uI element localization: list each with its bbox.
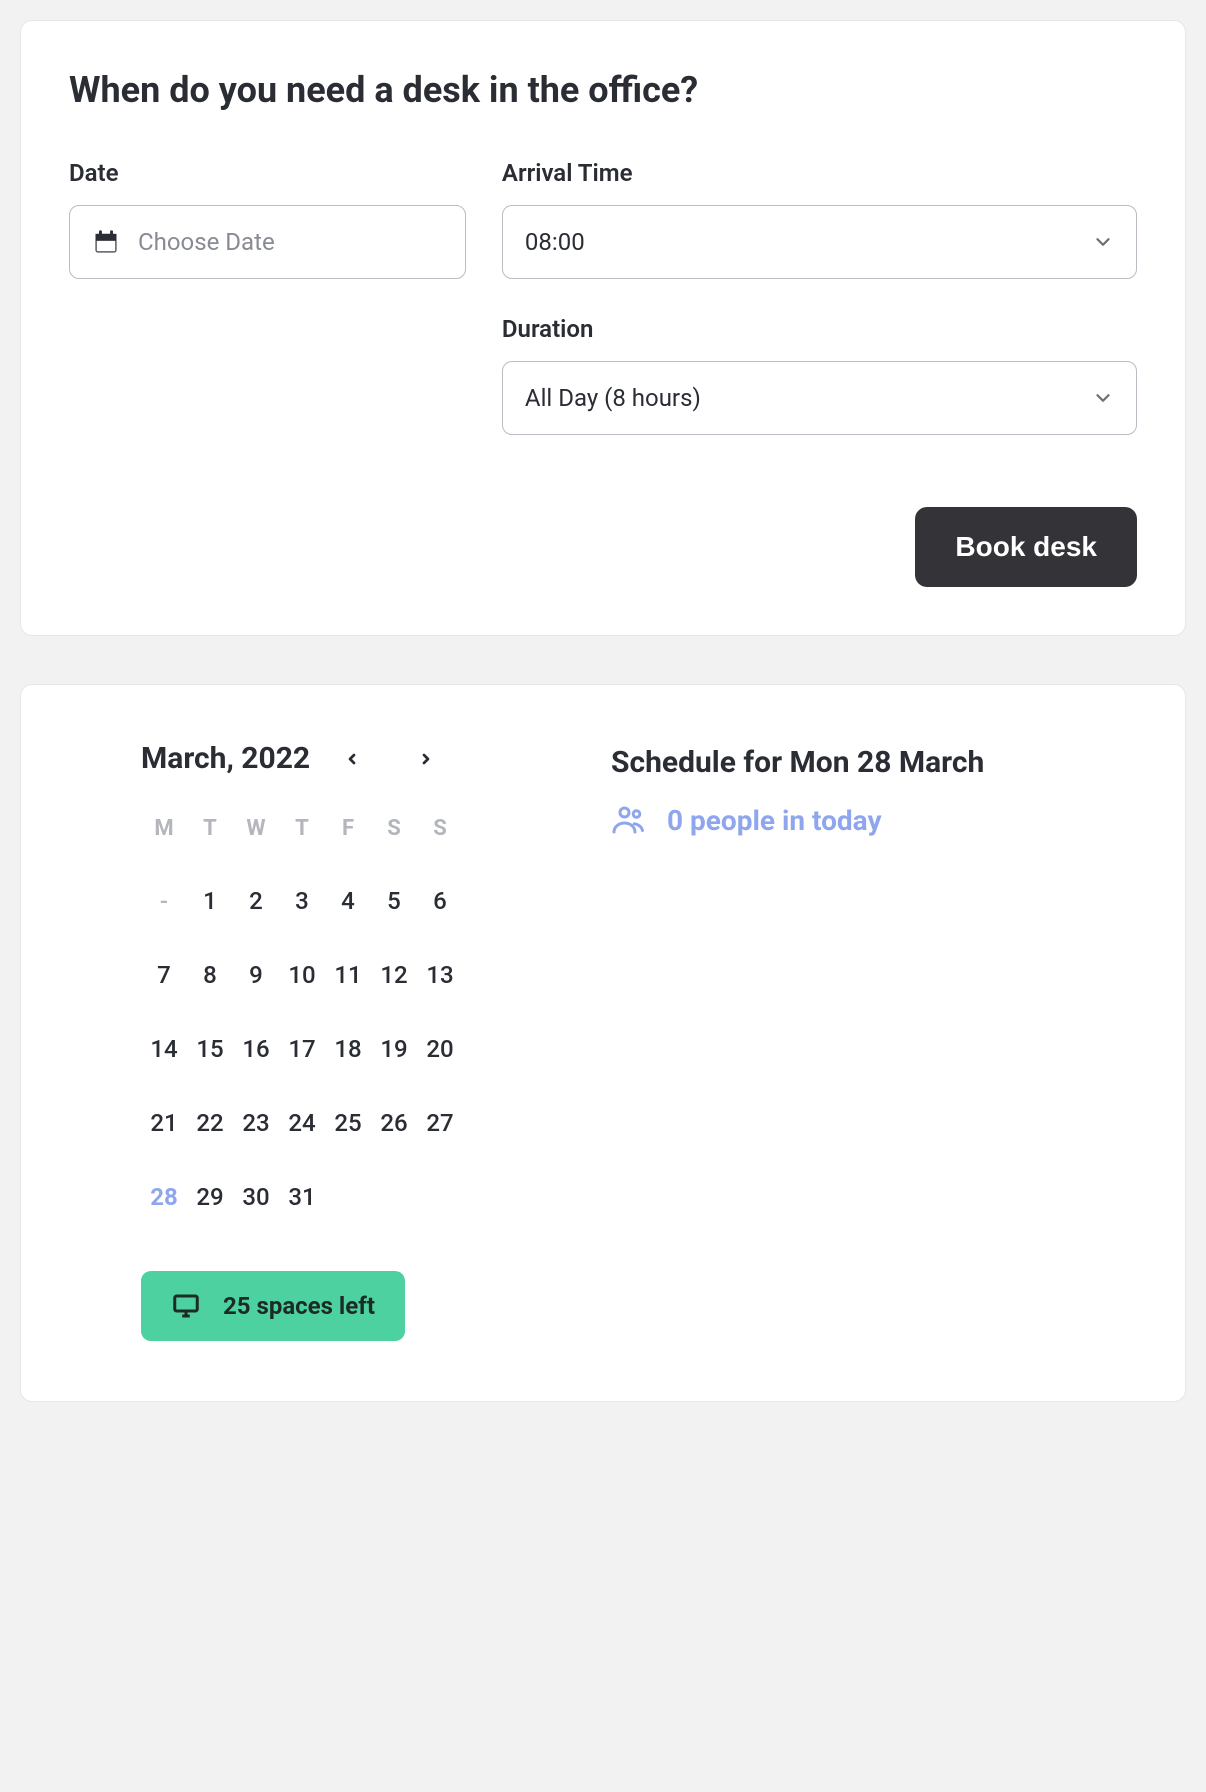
calendar-day[interactable]: 19: [371, 1035, 417, 1063]
schedule-column: Schedule for Mon 28 March 0 people in to…: [611, 741, 1135, 1341]
calendar-day: [417, 1183, 463, 1211]
calendar-dow: M: [141, 816, 187, 841]
calendar-day[interactable]: 11: [325, 961, 371, 989]
calendar-day[interactable]: 20: [417, 1035, 463, 1063]
calendar-day[interactable]: 10: [279, 961, 325, 989]
calendar-day: [325, 1183, 371, 1211]
calendar-day[interactable]: 7: [141, 961, 187, 989]
calendar-title: March, 2022: [141, 741, 310, 776]
calendar-day[interactable]: 18: [325, 1035, 371, 1063]
date-input[interactable]: Choose Date: [69, 205, 466, 279]
calendar-day[interactable]: 5: [371, 887, 417, 915]
calendar-day[interactable]: 6: [417, 887, 463, 915]
calendar-day[interactable]: 29: [187, 1183, 233, 1211]
duration-value: All Day (8 hours): [525, 384, 701, 412]
chevron-down-icon: [1092, 231, 1114, 253]
date-label: Date: [69, 159, 466, 187]
calendar-day[interactable]: 13: [417, 961, 463, 989]
calendar-day[interactable]: 1: [187, 887, 233, 915]
spaces-left-badge: 25 spaces left: [141, 1271, 405, 1341]
calendar-dow: S: [417, 816, 463, 841]
arrival-value: 08:00: [525, 228, 585, 256]
calendar-day[interactable]: 15: [187, 1035, 233, 1063]
calendar-day[interactable]: 25: [325, 1109, 371, 1137]
arrival-label: Arrival Time: [502, 159, 1137, 187]
book-desk-button[interactable]: Book desk: [915, 507, 1137, 587]
users-icon: [611, 805, 647, 835]
actions-row: Book desk: [69, 507, 1137, 587]
desktop-icon: [171, 1291, 201, 1321]
spaces-left-text: 25 spaces left: [223, 1292, 375, 1320]
calendar-header: March, 2022: [141, 741, 551, 776]
calendar-day[interactable]: 12: [371, 961, 417, 989]
calendar-day[interactable]: 2: [233, 887, 279, 915]
calendar-day[interactable]: 16: [233, 1035, 279, 1063]
calendar-day[interactable]: 30: [233, 1183, 279, 1211]
calendar-day[interactable]: 17: [279, 1035, 325, 1063]
calendar-day[interactable]: 3: [279, 887, 325, 915]
calendar-day: -: [141, 887, 187, 915]
calendar-day[interactable]: 28: [141, 1183, 187, 1211]
calendar-dow: T: [279, 816, 325, 841]
calendar-day[interactable]: 22: [187, 1109, 233, 1137]
booking-card: When do you need a desk in the office? D…: [20, 20, 1186, 636]
calendar-column: March, 2022 MTWTFSS-12345678910111213141…: [71, 741, 551, 1341]
calendar-day[interactable]: 24: [279, 1109, 325, 1137]
calendar-day[interactable]: 31: [279, 1183, 325, 1211]
calendar-day[interactable]: 27: [417, 1109, 463, 1137]
calendar-day[interactable]: 14: [141, 1035, 187, 1063]
date-placeholder-text: Choose Date: [138, 228, 275, 256]
duration-label: Duration: [502, 315, 1137, 343]
schedule-title: Schedule for Mon 28 March: [611, 741, 1135, 785]
calendar-schedule-card: March, 2022 MTWTFSS-12345678910111213141…: [20, 684, 1186, 1402]
calendar-dow: W: [233, 816, 279, 841]
duration-select[interactable]: All Day (8 hours): [502, 361, 1137, 435]
duration-field: Duration All Day (8 hours): [502, 315, 1137, 435]
arrival-select[interactable]: 08:00: [502, 205, 1137, 279]
form-row-2: Duration All Day (8 hours): [69, 315, 1137, 435]
calendar-icon: [92, 228, 120, 256]
calendar-dow: T: [187, 816, 233, 841]
people-in-today-text: 0 people in today: [667, 801, 882, 840]
form-row-1: Date Choose Date Arrival Time 08:00: [69, 159, 1137, 279]
calendar-dow: S: [371, 816, 417, 841]
calendar-day[interactable]: 4: [325, 887, 371, 915]
calendar-day[interactable]: 9: [233, 961, 279, 989]
arrival-field: Arrival Time 08:00: [502, 159, 1137, 279]
date-field: Date Choose Date: [69, 159, 466, 279]
chevron-down-icon: [1092, 387, 1114, 409]
booking-title: When do you need a desk in the office?: [69, 69, 1137, 111]
people-in-today: 0 people in today: [611, 801, 1135, 840]
prev-month-button[interactable]: [338, 745, 366, 773]
calendar-day[interactable]: 23: [233, 1109, 279, 1137]
calendar-day[interactable]: 8: [187, 961, 233, 989]
spacer-field: [69, 315, 466, 435]
calendar-day[interactable]: 26: [371, 1109, 417, 1137]
calendar-day[interactable]: 21: [141, 1109, 187, 1137]
calendar-grid: MTWTFSS-12345678910111213141516171819202…: [141, 816, 551, 1211]
next-month-button[interactable]: [412, 745, 440, 773]
calendar-day: [371, 1183, 417, 1211]
calendar-dow: F: [325, 816, 371, 841]
